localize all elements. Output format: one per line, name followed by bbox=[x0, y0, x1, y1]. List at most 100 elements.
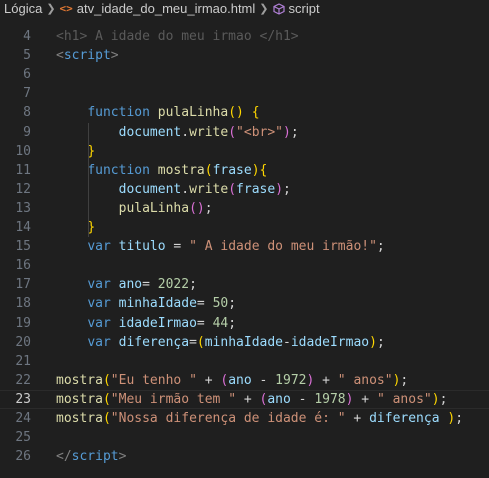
code-line[interactable]: 21 bbox=[0, 352, 489, 371]
line-number: 5 bbox=[23, 48, 31, 64]
code-line[interactable]: 26 </script> bbox=[0, 447, 489, 466]
code-token: frase bbox=[212, 162, 252, 178]
code-line[interactable]: 19 var idadeIrmao= 44; bbox=[0, 314, 489, 333]
code-token: 44 bbox=[212, 315, 229, 331]
code-editor[interactable]: <h1> A idade do meu irmao </h1> 4 5 <scrip… bbox=[0, 0, 489, 478]
code-line[interactable]: 7 bbox=[0, 84, 489, 103]
code-token: ( bbox=[102, 372, 111, 388]
code-token: document bbox=[118, 181, 182, 197]
code-token: - bbox=[290, 391, 315, 407]
line-code: function pulaLinha() { bbox=[56, 103, 260, 122]
code-token: - bbox=[251, 372, 276, 388]
code-token: frase bbox=[236, 181, 276, 197]
line-code: var idadeIrmao= 44; bbox=[56, 314, 236, 333]
line-code: var diferença=(minhaIdade-idadeIrmao); bbox=[56, 333, 385, 352]
code-token: idadeIrmao bbox=[118, 315, 197, 331]
code-token: script bbox=[63, 48, 111, 64]
code-line[interactable]: 18 var minhaIdade= 50; bbox=[0, 294, 489, 313]
code-line[interactable]: 23 mostra("Meu irmão tem " + (ano - 1978)… bbox=[0, 389, 489, 409]
code-line[interactable]: 11 function mostra(frase){ bbox=[0, 161, 489, 180]
code-token: mostra bbox=[56, 411, 103, 426]
code-line[interactable]: 9 document.write("<br>"); bbox=[0, 123, 489, 142]
code-token: ano bbox=[118, 277, 143, 293]
line-code: mostra("Eu tenho " + (ano - 1972) + " an… bbox=[56, 371, 408, 390]
indent-guide bbox=[88, 123, 89, 237]
code-line[interactable]: 25 bbox=[0, 428, 489, 447]
line-number: 19 bbox=[15, 315, 31, 331]
line-number: 17 bbox=[15, 277, 31, 293]
code-line[interactable]: 10 } bbox=[0, 142, 489, 161]
code-token: "Eu tenho " bbox=[110, 372, 197, 388]
code-token: = bbox=[189, 334, 197, 350]
code-line[interactable]: 16 bbox=[0, 256, 489, 275]
code-token: script bbox=[71, 449, 119, 465]
code-token: ( bbox=[228, 124, 237, 140]
code-line[interactable]: 20 var diferença=(minhaIdade-idadeIrmao)… bbox=[0, 333, 489, 352]
code-token: ; bbox=[189, 277, 197, 293]
code-token: ; bbox=[455, 411, 464, 426]
code-token: " anos" bbox=[337, 372, 393, 388]
code-token: mostra bbox=[56, 391, 103, 407]
code-line[interactable]: 5 <script> bbox=[0, 46, 489, 65]
code-token: ; bbox=[204, 200, 213, 216]
code-line[interactable]: 4 bbox=[0, 27, 489, 46]
code-line[interactable]: 17 var ano= 2022; bbox=[0, 275, 489, 294]
code-token: ) bbox=[283, 124, 291, 140]
code-line[interactable]: 12 document.write(frase); bbox=[0, 180, 489, 199]
code-token: function bbox=[87, 105, 150, 121]
code-token: { bbox=[251, 105, 260, 121]
line-number: 6 bbox=[23, 67, 31, 83]
line-number: 15 bbox=[15, 239, 31, 255]
line-number: 4 bbox=[23, 29, 31, 44]
breadcrumb-symbol[interactable]: script bbox=[289, 1, 320, 16]
code-token: titulo bbox=[118, 239, 166, 255]
code-token: write bbox=[189, 181, 229, 197]
line-number: 26 bbox=[15, 449, 31, 465]
code-token: + bbox=[314, 372, 338, 388]
code-token: ; bbox=[290, 124, 299, 140]
breadcrumb-file[interactable]: atv_idade_do_meu_irmao.html bbox=[77, 1, 256, 16]
code-token: ; bbox=[376, 239, 385, 255]
code-token: ano bbox=[267, 391, 291, 407]
line-number: 25 bbox=[15, 430, 31, 446]
line-number: 12 bbox=[15, 181, 31, 197]
line-code: } bbox=[56, 218, 95, 237]
code-line[interactable]: 15 var titulo = " A idade do meu irmão!"… bbox=[0, 237, 489, 256]
code-token: var bbox=[87, 296, 111, 312]
code-line[interactable]: 13 pulaLinha(); bbox=[0, 199, 489, 218]
line-code: mostra("Nossa diferença de idade é: " + … bbox=[56, 409, 463, 428]
code-token: ( bbox=[228, 181, 237, 197]
code-token: { bbox=[259, 162, 268, 178]
code-line[interactable]: 24 mostra("Nossa diferença de idade é: " … bbox=[0, 409, 489, 428]
code-token: ( bbox=[102, 391, 111, 407]
line-code: var ano= 2022; bbox=[56, 275, 197, 294]
line-number: 14 bbox=[15, 220, 31, 235]
breadcrumb-folder[interactable]: Lógica bbox=[4, 1, 42, 16]
line-number: 8 bbox=[23, 105, 31, 121]
line-number: 23 bbox=[15, 391, 31, 407]
code-token: var bbox=[87, 277, 111, 293]
code-token: ; bbox=[228, 315, 237, 331]
line-code: <script> bbox=[56, 46, 119, 65]
code-line[interactable]: 22 mostra("Eu tenho " + (ano - 1972) + " … bbox=[0, 371, 489, 390]
code-token: var bbox=[87, 239, 111, 255]
code-token: + bbox=[196, 372, 221, 388]
code-line[interactable]: 8 function pulaLinha() { bbox=[0, 103, 489, 122]
code-token: "Nossa diferença de idade é: " bbox=[110, 411, 346, 426]
code-line[interactable]: 6 bbox=[0, 65, 489, 84]
code-token: pulaLinha bbox=[118, 200, 190, 216]
code-token: ; bbox=[376, 334, 385, 350]
code-token: . bbox=[181, 181, 190, 197]
code-line[interactable]: 14 } bbox=[0, 218, 489, 237]
code-token: 50 bbox=[212, 296, 229, 312]
code-token: minhaIdade bbox=[118, 296, 197, 312]
